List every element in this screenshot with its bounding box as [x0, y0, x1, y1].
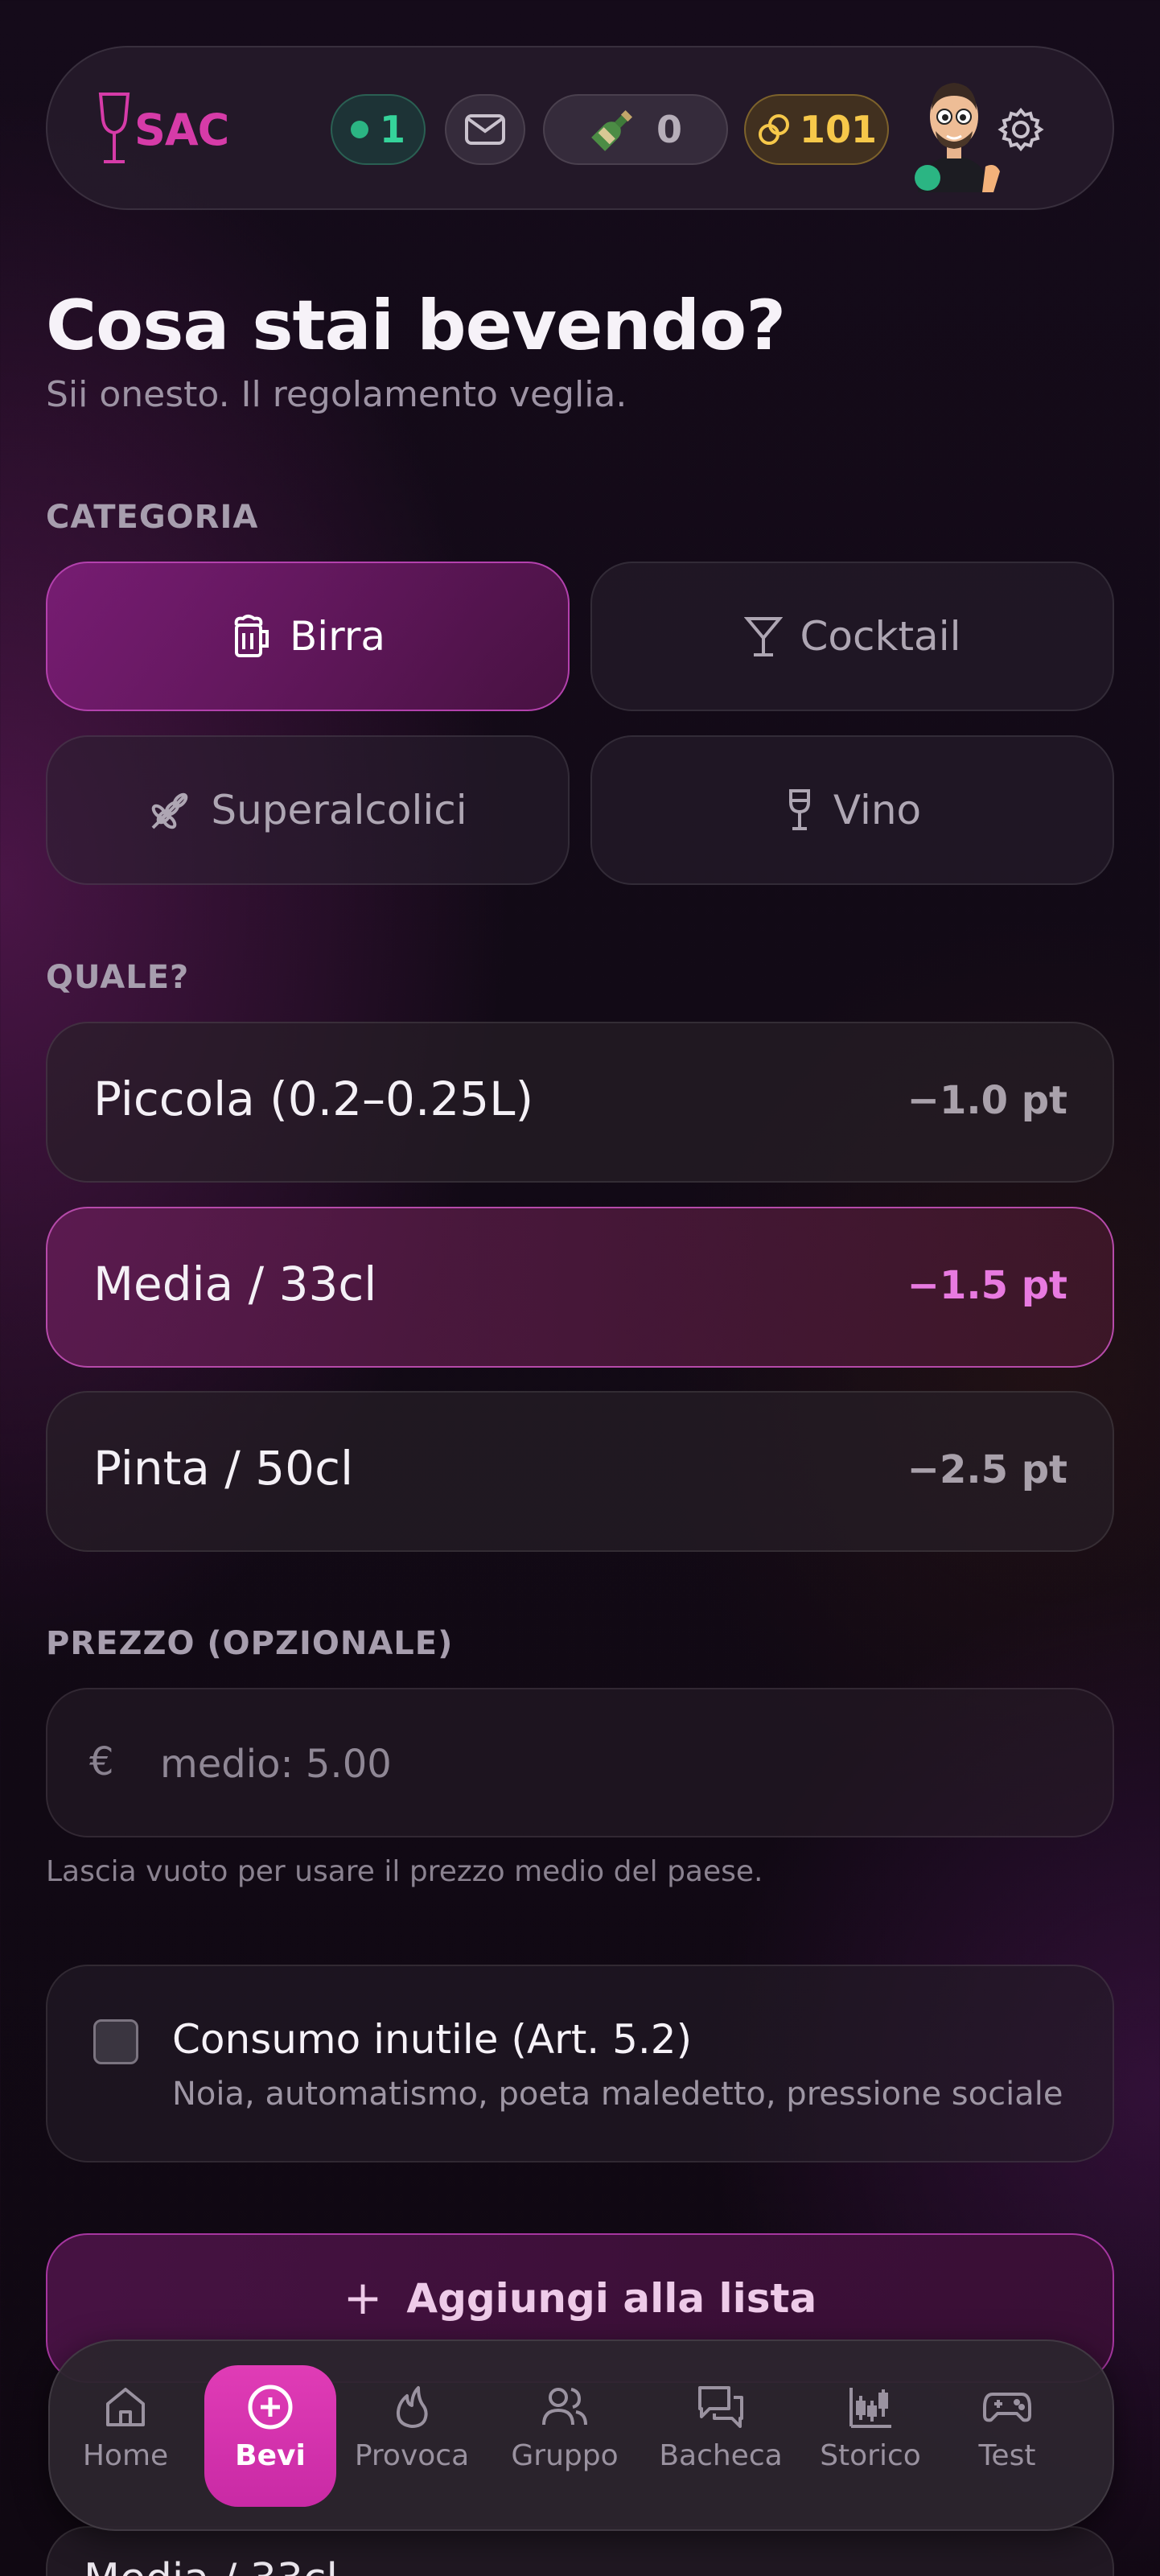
mail-icon — [465, 114, 505, 145]
wheat-icon — [151, 792, 188, 829]
nav-provoca-label: Provoca — [354, 2439, 470, 2472]
option-piccola[interactable]: Piccola (0.2–0.25L) −1.0 pt — [46, 1022, 1114, 1183]
option-name: Pinta / 50cl — [93, 1441, 354, 1496]
category-superalcolici-button[interactable]: Superalcolici — [46, 735, 570, 885]
page-subtitle: Sii onesto. Il regolamento veglia. — [46, 374, 627, 415]
wasteful-consumption-card[interactable]: Consumo inutile (Art. 5.2) Noia, automat… — [46, 1965, 1114, 2162]
nav-bacheca[interactable]: Bacheca — [655, 2365, 787, 2507]
wine-glass-logo-icon — [98, 93, 130, 163]
bottle-icon — [591, 109, 633, 151]
bottle-counter[interactable]: 0 — [543, 94, 728, 165]
nav-gruppo-label: Gruppo — [511, 2439, 619, 2472]
nav-bevi[interactable]: Bevi — [204, 2365, 336, 2507]
cocktail-glass-icon — [743, 617, 783, 656]
logo-text: SAC — [134, 104, 229, 155]
option-points: −1.5 pt — [907, 1263, 1067, 1308]
option-pinta[interactable]: Pinta / 50cl −2.5 pt — [46, 1391, 1114, 1552]
price-field: € — [46, 1688, 1114, 1837]
option-name: Media / 33cl — [93, 1257, 377, 1311]
nav-bevi-label: Bevi — [235, 2439, 306, 2472]
nav-storico-label: Storico — [820, 2439, 921, 2472]
category-birra-label: Birra — [289, 613, 386, 660]
wasteful-consumption-checkbox[interactable] — [93, 2019, 138, 2064]
settings-button[interactable] — [995, 104, 1047, 155]
category-cocktail-button[interactable]: Cocktail — [590, 562, 1114, 711]
option-name: Piccola (0.2–0.25L) — [93, 1072, 534, 1126]
coins-count: 101 — [799, 108, 878, 151]
option-points: −1.0 pt — [907, 1078, 1067, 1123]
bottom-nav: Home Bevi Provoca Gruppo Bacheca Storico… — [48, 2339, 1114, 2531]
wasteful-consumption-title: Consumo inutile (Art. 5.2) — [172, 2016, 693, 2063]
nav-provoca[interactable]: Provoca — [346, 2365, 478, 2507]
online-dot-icon — [350, 121, 368, 138]
nav-test-label: Test — [978, 2439, 1036, 2472]
nav-gruppo[interactable]: Gruppo — [499, 2365, 631, 2507]
nav-home-label: Home — [82, 2439, 169, 2472]
flame-icon — [396, 2386, 428, 2428]
drink-list-item-name: Media / 33cl — [84, 2555, 338, 2576]
beer-mug-icon — [234, 615, 269, 657]
logo[interactable]: SAC — [96, 91, 229, 168]
wasteful-consumption-subtitle: Noia, automatismo, poeta maledetto, pres… — [172, 2076, 1063, 2113]
category-birra-button[interactable]: Birra — [46, 562, 570, 711]
gear-icon — [998, 107, 1044, 152]
avatar[interactable] — [902, 72, 1006, 192]
price-input[interactable] — [160, 1730, 1045, 1799]
option-media[interactable]: Media / 33cl −1.5 pt — [46, 1207, 1114, 1368]
online-count: 1 — [379, 108, 405, 151]
option-points: −2.5 pt — [907, 1447, 1067, 1492]
nav-bacheca-label: Bacheca — [659, 2439, 783, 2472]
mail-button[interactable] — [445, 94, 525, 165]
online-badge[interactable]: 1 — [331, 94, 426, 165]
plus-circle-icon — [248, 2385, 293, 2430]
page-title: Cosa stai bevendo? — [46, 286, 786, 366]
nav-test[interactable]: Test — [941, 2365, 1073, 2507]
home-icon — [106, 2388, 145, 2426]
price-hint: Lascia vuoto per usare il prezzo medio d… — [46, 1855, 763, 1888]
which-label: QUALE? — [46, 959, 190, 996]
category-cocktail-label: Cocktail — [800, 613, 961, 660]
chat-bubbles-icon — [698, 2386, 743, 2428]
user-avatar-icon — [915, 83, 1000, 192]
currency-symbol: € — [89, 1739, 114, 1784]
users-icon — [542, 2388, 587, 2426]
gamepad-icon — [983, 2393, 1031, 2422]
category-vino-label: Vino — [833, 787, 922, 833]
nav-home[interactable]: Home — [60, 2365, 191, 2507]
coins-icon — [758, 114, 789, 145]
top-bar: SAC 1 0 101 — [46, 46, 1114, 210]
category-vino-button[interactable]: Vino — [590, 735, 1114, 885]
category-label: CATEGORIA — [46, 499, 259, 536]
drink-list-item: Media / 33cl — [46, 2526, 1114, 2576]
price-label: PREZZO (OPZIONALE) — [46, 1625, 454, 1662]
bottle-count: 0 — [656, 108, 682, 151]
nav-storico[interactable]: Storico — [804, 2365, 936, 2507]
wine-glass-icon — [788, 789, 810, 830]
coins-badge[interactable]: 101 — [744, 94, 889, 165]
chart-icon — [849, 2388, 891, 2428]
category-superalcolici-label: Superalcolici — [211, 787, 467, 833]
